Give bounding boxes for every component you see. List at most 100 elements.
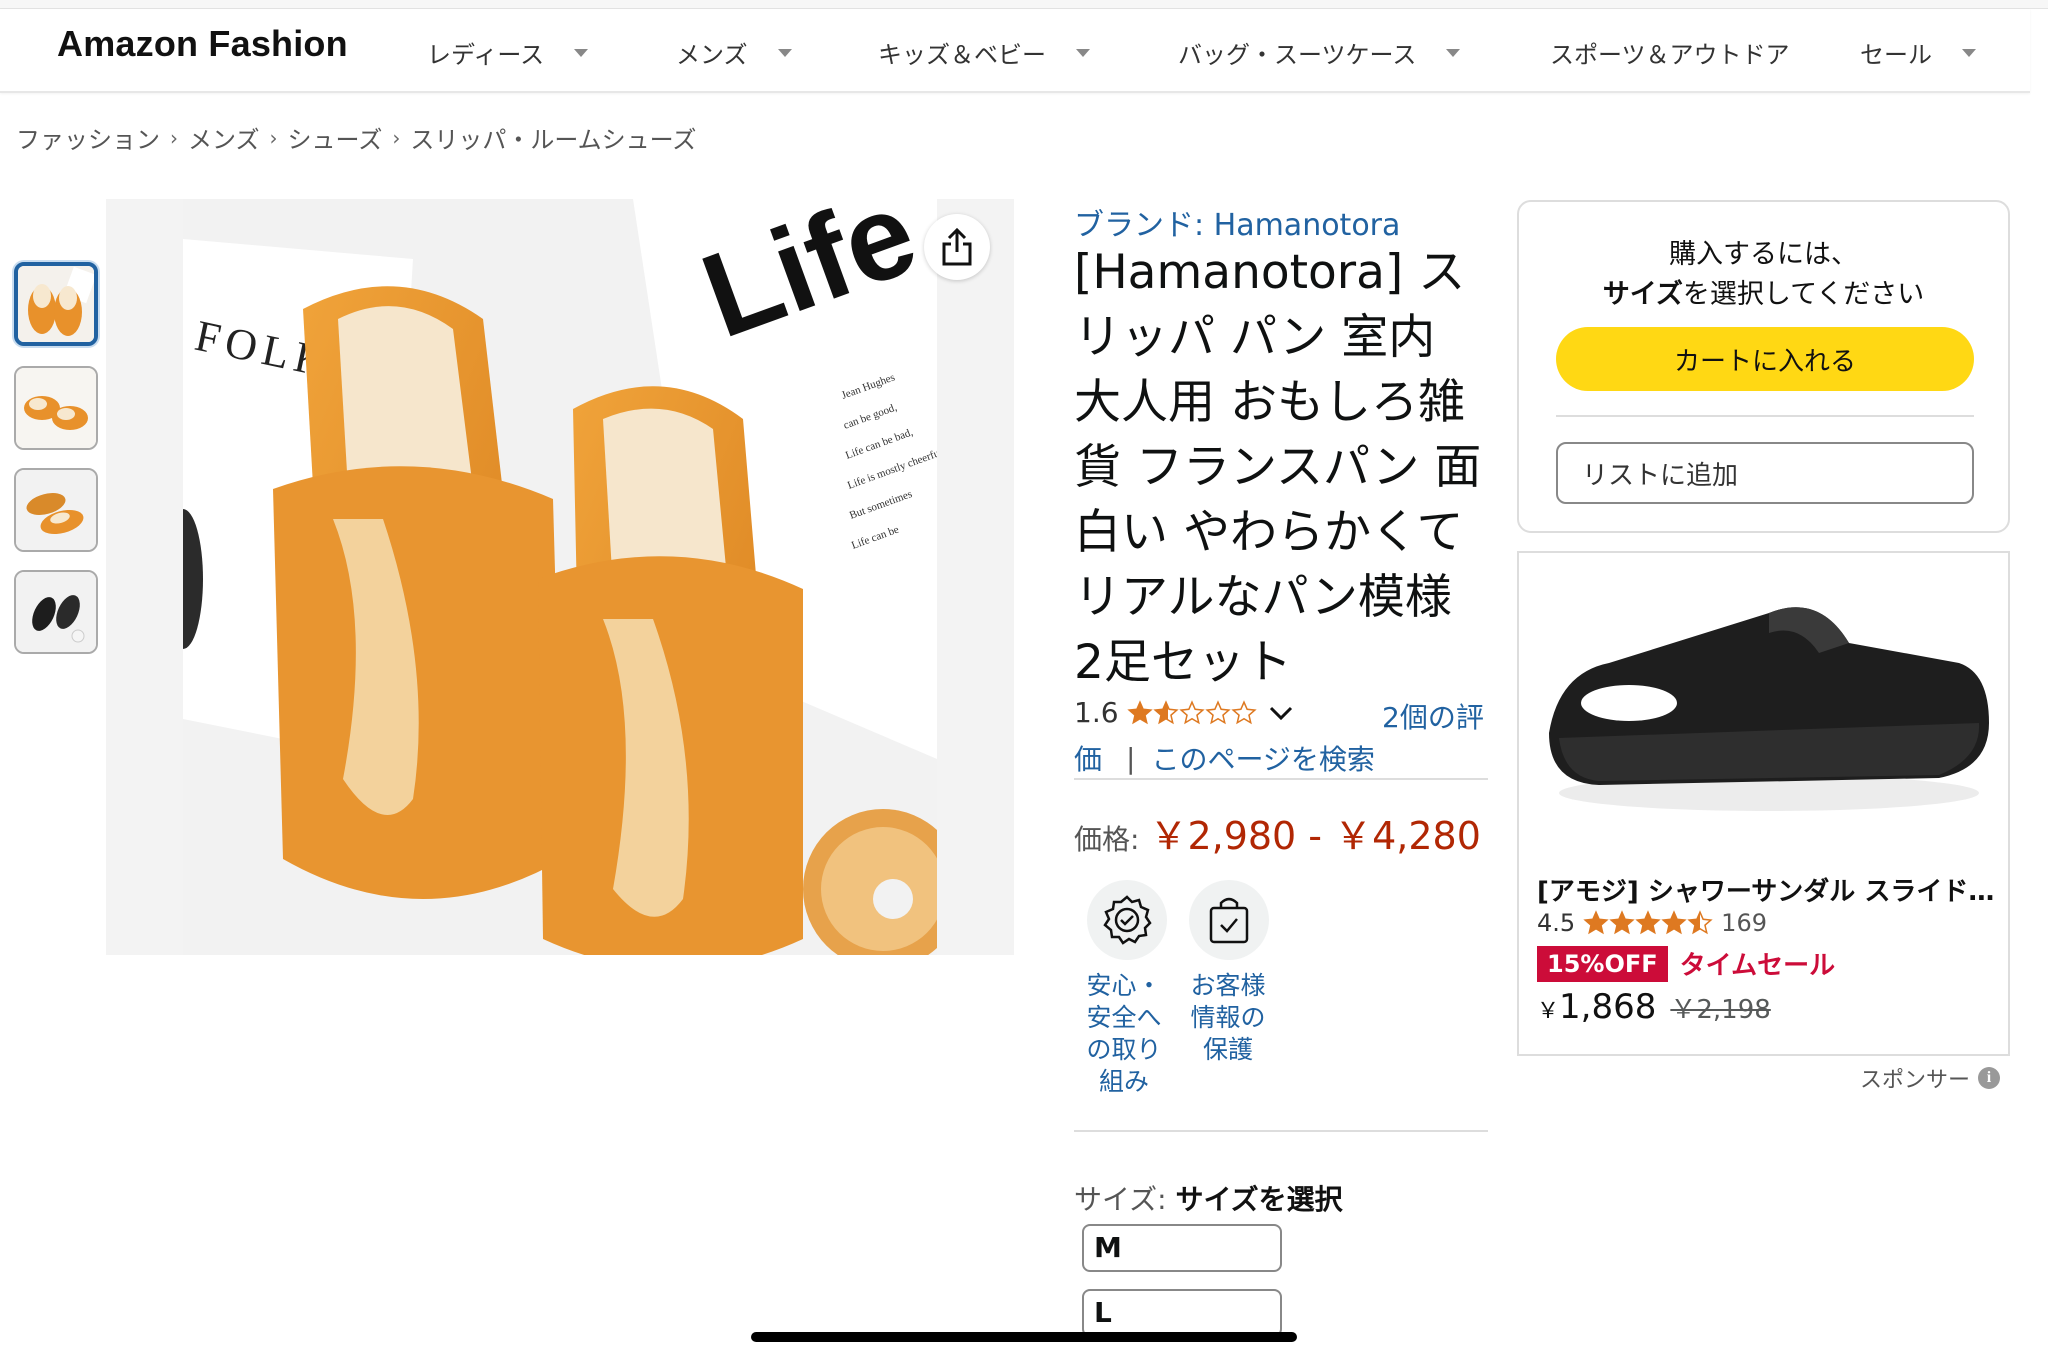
buy-instruction: 購入するには、: [1669, 239, 1858, 270]
star-icon: [1126, 699, 1153, 724]
bread-slippers-image: FOLK Life Jean Hughes can be good, Life …: [183, 199, 937, 955]
safety-badge-label[interactable]: 安心・ 安全へ の取り 組み: [1074, 970, 1174, 1098]
chevron-down-icon: [777, 48, 792, 57]
black-slide-sandal-image: [1519, 553, 2008, 853]
home-indicator: [751, 1332, 1297, 1342]
badge-label-line: お客様: [1190, 971, 1266, 1000]
ad-rating[interactable]: 4.5 169: [1537, 909, 1767, 937]
share-icon: [942, 228, 972, 266]
breadcrumb-separator-icon: ›: [170, 125, 178, 150]
sponsored-label[interactable]: スポンサー i: [1860, 1062, 2001, 1094]
review-count-link[interactable]: 2個の評: [1382, 696, 1484, 736]
buy-box: 購入するには、 サイズを選択してください カートに入れる リストに追加: [1517, 200, 2010, 533]
star-icon: [1178, 699, 1205, 724]
divider: [1074, 778, 1488, 780]
review-link-row: 価 | このページを検索: [1074, 738, 1375, 778]
star-icon: [1609, 910, 1635, 935]
star-icon: [1661, 910, 1687, 935]
thumbnail-bread-slippers-angle[interactable]: [14, 366, 98, 450]
star-icon: [1687, 910, 1713, 935]
sponsored-product-card[interactable]: [アモジ] シャワーサンダル スライドサンダル 4.5 169 15%OFF タ…: [1517, 551, 2010, 1056]
buy-instruction-bold: サイズ: [1602, 279, 1683, 310]
nav-item-ladies[interactable]: レディース: [427, 35, 589, 70]
thumbnail-bread-slippers-side[interactable]: [14, 468, 98, 552]
nav-item-label: スポーツ＆アウトドア: [1550, 41, 1790, 69]
ad-product-title[interactable]: [アモジ] シャワーサンダル スライドサンダル: [1537, 871, 1997, 908]
safety-seal-icon-graphic: [1103, 895, 1152, 945]
badge-label-line: 安心・: [1086, 971, 1162, 1000]
buy-instruction-rest: を選択してください: [1682, 279, 1925, 310]
nav-item-label: メンズ: [676, 41, 748, 69]
size-value: サイズを選択: [1175, 1183, 1343, 1216]
buy-instruction-2: サイズを選択してください: [1519, 272, 2008, 311]
product-title: [Hamanotora] スリッパ パン 室内 大人用 おもしろ雑貨 フランスパ…: [1074, 245, 1482, 690]
divider: [1074, 1130, 1488, 1132]
star-icon: [1635, 910, 1661, 935]
top-status-strip: [0, 0, 2048, 9]
star-icon: [1230, 699, 1257, 724]
nav-item-mens[interactable]: メンズ: [676, 35, 792, 70]
size-option-m[interactable]: M: [1082, 1224, 1282, 1272]
nav-item-sale[interactable]: セール: [1860, 35, 1976, 70]
nav-item-label: セール: [1860, 41, 1932, 69]
nav-item-bags-suitcases[interactable]: バッグ・スーツケース: [1178, 35, 1461, 70]
thumbnail-bread-slippers-top[interactable]: [14, 262, 98, 346]
badge-label-line: 情報の: [1190, 1003, 1266, 1032]
size-label: サイズ:: [1074, 1183, 1167, 1216]
divider: [1556, 415, 1974, 417]
breadcrumb-separator-icon: ›: [269, 125, 278, 150]
size-selector-label: サイズ: サイズを選択: [1074, 1178, 1343, 1218]
discount-badge: 15%OFF: [1537, 945, 1668, 982]
black-slippers-thumb-image: [16, 572, 96, 652]
ad-current-price: 1,868: [1559, 987, 1657, 1027]
breadcrumb-link[interactable]: スリッパ・ルームシューズ: [410, 120, 696, 155]
review-count-link-cont[interactable]: 価: [1074, 738, 1102, 778]
price-row: 価格: ￥2,980 - ￥4,280: [1074, 805, 1481, 860]
nav-item-sports-outdoor[interactable]: スポーツ＆アウトドア: [1550, 35, 1790, 70]
thumbnail-black-slippers[interactable]: [14, 570, 98, 654]
badge-label-line: 安全へ: [1086, 1003, 1162, 1032]
breadcrumb-link[interactable]: メンズ: [188, 120, 260, 155]
sponsored-text: スポンサー: [1860, 1068, 1971, 1093]
breadcrumb-link[interactable]: シューズ: [288, 120, 383, 155]
nav-item-label: バッグ・スーツケース: [1178, 41, 1417, 69]
badge-label-line: 保護: [1202, 1035, 1253, 1064]
ad-review-count: 169: [1721, 909, 1767, 937]
shopping-bag-check-icon-graphic: [1209, 897, 1249, 944]
privacy-badge-label[interactable]: お客様 情報の 保護: [1178, 970, 1278, 1066]
star-rating: [1126, 699, 1257, 726]
nav-item-label: キッズ＆ベビー: [878, 41, 1046, 69]
add-to-list-button[interactable]: リストに追加: [1556, 442, 1974, 504]
time-sale-label: タイムセール: [1679, 951, 1836, 981]
bread-slippers-thumb-image: [16, 470, 96, 550]
star-rating: [1583, 910, 1713, 936]
price-label: 価格:: [1074, 823, 1140, 856]
search-this-page-link[interactable]: このページを検索: [1151, 738, 1374, 778]
size-option-l[interactable]: L: [1082, 1289, 1282, 1337]
breadcrumb-link[interactable]: ファッション: [16, 120, 160, 155]
info-icon[interactable]: i: [1978, 1067, 2001, 1089]
chevron-down-icon: [1962, 48, 1976, 57]
main-product-image[interactable]: FOLK Life Jean Hughes can be good, Life …: [183, 199, 937, 955]
amazon-fashion-logo[interactable]: Amazon Fashion: [57, 23, 348, 65]
fashion-nav-bar: Amazon Fashion レディース メンズ キッズ＆ベビー バッグ・スーツ…: [0, 9, 2030, 93]
nav-item-kids-baby[interactable]: キッズ＆ベビー: [878, 35, 1090, 70]
currency-symbol: ￥: [1537, 999, 1560, 1024]
ad-rating-value: 4.5: [1537, 909, 1576, 937]
price-range: ￥2,980 - ￥4,280: [1149, 814, 1481, 858]
ad-list-price: ￥2,198: [1670, 995, 1771, 1025]
bread-slippers-thumb-image: [18, 266, 94, 342]
rating-summary[interactable]: 1.6: [1074, 696, 1295, 729]
shopping-bag-check-icon[interactable]: [1189, 880, 1269, 960]
ad-price: ￥ 1,868 ￥2,198: [1537, 987, 1771, 1027]
share-button[interactable]: [924, 214, 990, 280]
bread-slippers-thumb-image: [16, 368, 96, 448]
add-to-cart-button[interactable]: カートに入れる: [1556, 327, 1974, 391]
chevron-down-icon: [574, 48, 589, 57]
safety-seal-icon[interactable]: [1087, 880, 1167, 960]
brand-link[interactable]: ブランド: Hamanotora: [1074, 200, 1400, 244]
badge-label-line: の取り: [1086, 1035, 1162, 1064]
star-icon: [1583, 910, 1609, 935]
nav-item-label: レディース: [427, 41, 545, 69]
chevron-down-icon: [1269, 706, 1292, 720]
